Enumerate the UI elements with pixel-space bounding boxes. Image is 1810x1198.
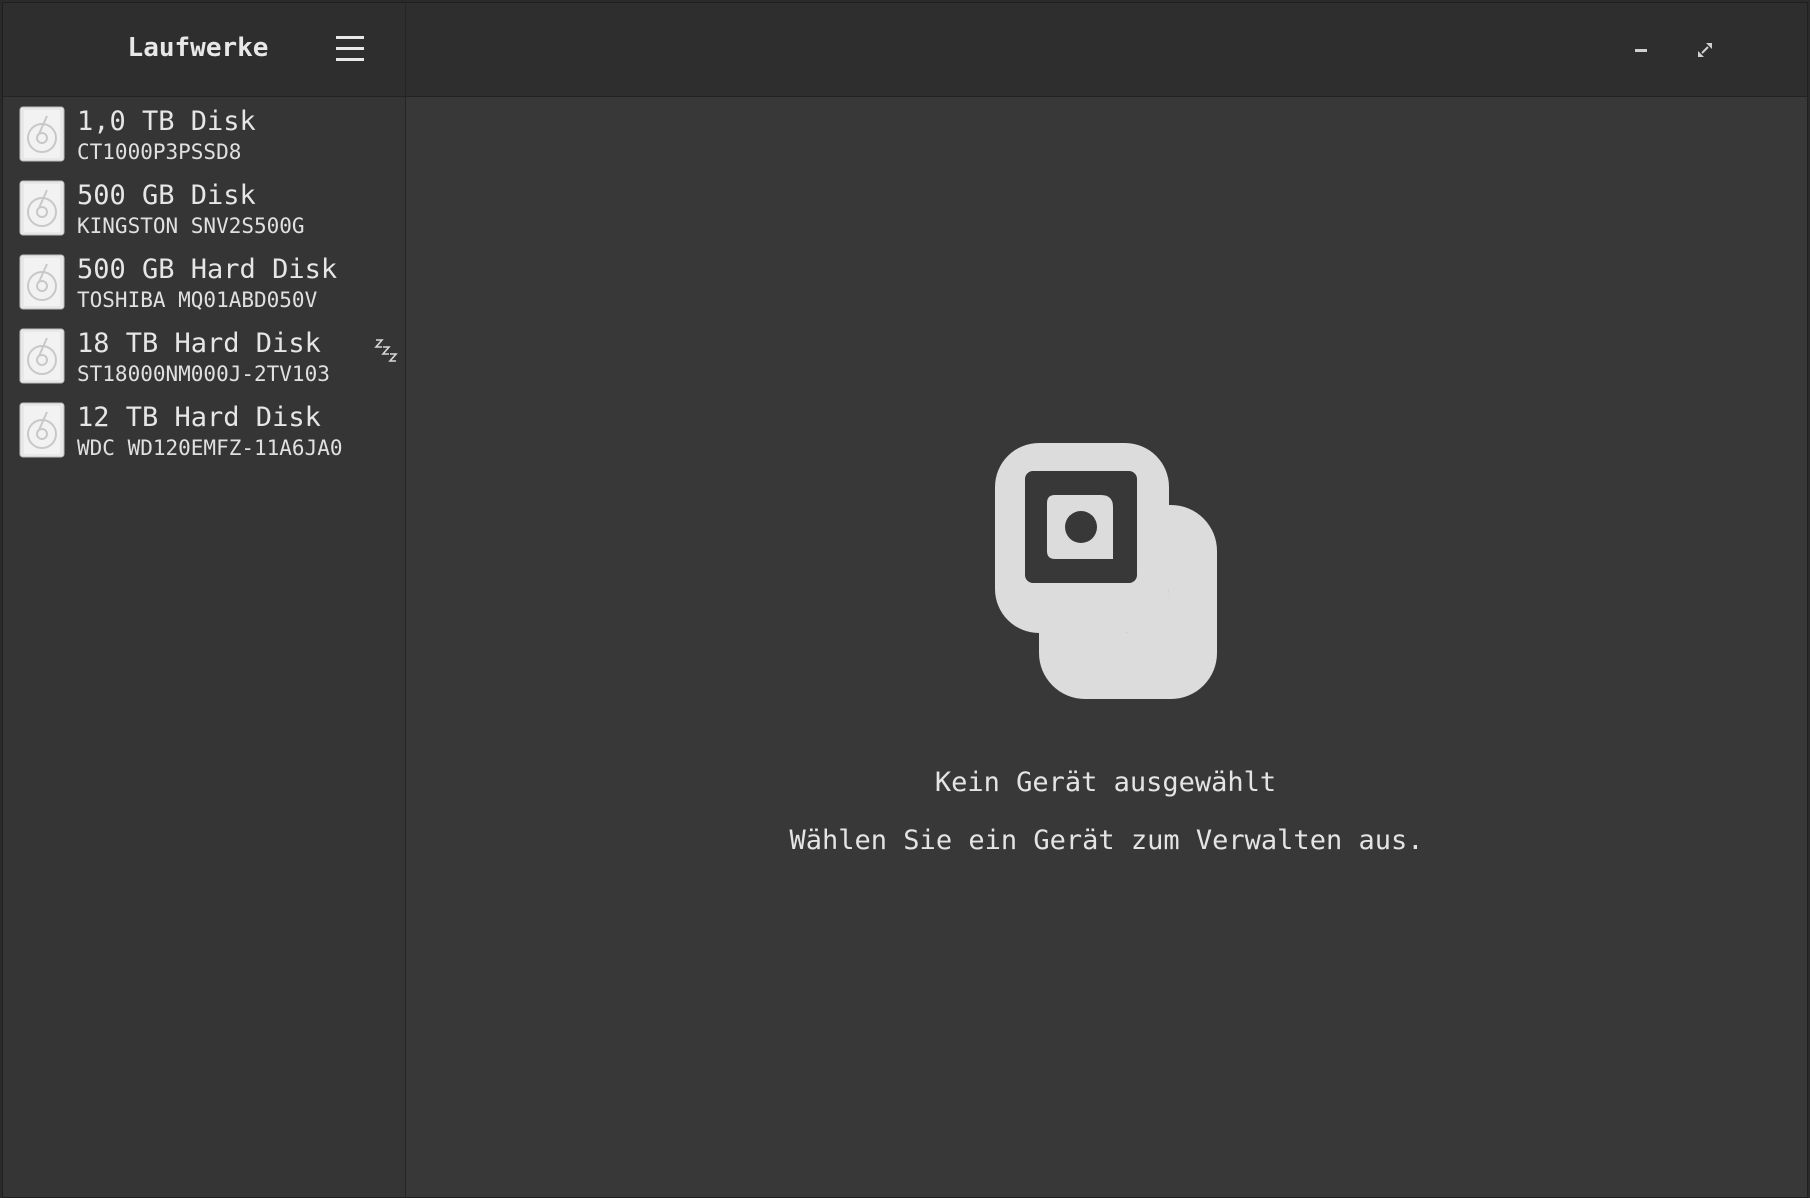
drive-list: 1,0 TB Disk CT1000P3PSSD8 500 GB Disk KI… [3, 98, 405, 468]
sidebar: Laufwerke 1,0 TB Disk CT1000P3PSSD8 500 … [3, 3, 406, 1197]
drive-name: 18 TB Hard Disk [77, 328, 321, 359]
restore-button[interactable] [1690, 35, 1720, 65]
drive-model: CT1000P3PSSD8 [77, 140, 242, 164]
drive-item[interactable]: 1,0 TB Disk CT1000P3PSSD8 [3, 98, 405, 172]
drive-name: 500 GB Disk [77, 180, 256, 211]
minimize-button[interactable] [1626, 35, 1656, 65]
app-title-text: Laufwerke [127, 33, 269, 63]
restore-icon [1698, 43, 1712, 57]
minimize-icon [1635, 49, 1647, 52]
drive-name: 1,0 TB Disk [77, 106, 256, 137]
drive-model: KINGSTON SNV2S500G [77, 214, 305, 238]
main-header [406, 3, 1807, 97]
drive-model: TOSHIBA MQ01ABD050V [77, 288, 318, 312]
drive-name: 12 TB Hard Disk [77, 402, 321, 433]
disks-window: Laufwerke 1,0 TB Disk CT1000P3PSSD8 500 … [2, 2, 1808, 1198]
drive-item[interactable]: 12 TB Hard Disk WDC WD120EMFZ-11A6JA0 [3, 394, 405, 468]
drive-model: ST18000NM000J-2TV103 [77, 362, 330, 386]
drive-item[interactable]: 18 TB Hard Disk ST18000NM000J-2TV103 [3, 320, 405, 394]
hard-disk-icon [19, 106, 65, 162]
sidebar-header: Laufwerke [3, 3, 405, 97]
sleep-icon [374, 339, 398, 362]
drive-name: 500 GB Hard Disk [77, 254, 338, 285]
empty-state-subtitle: Wählen Sie ein Gerät zum Verwalten aus. [789, 825, 1424, 856]
empty-state-title: Kein Gerät ausgewählt [934, 767, 1277, 798]
hard-disk-icon [19, 254, 65, 310]
hard-disk-icon [19, 402, 65, 458]
drives-placeholder-icon [991, 439, 1217, 699]
drive-item[interactable]: 500 GB Hard Disk TOSHIBA MQ01ABD050V [3, 246, 405, 320]
hard-disk-icon [19, 180, 65, 236]
hard-disk-icon [19, 328, 65, 384]
drive-item[interactable]: 500 GB Disk KINGSTON SNV2S500G [3, 172, 405, 246]
drive-model: WDC WD120EMFZ-11A6JA0 [77, 436, 343, 460]
menu-button[interactable] [333, 34, 367, 64]
